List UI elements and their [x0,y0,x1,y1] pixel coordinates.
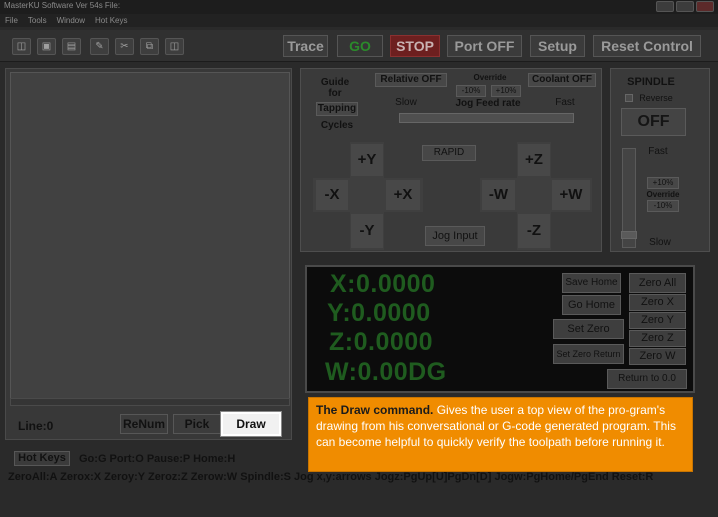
feed-override-label: Override [473,73,507,82]
jog-plus-x-button[interactable]: +X [386,180,420,210]
zero-y-button[interactable]: Zero Y [629,312,686,329]
zero-z-button[interactable]: Zero Z [629,330,686,347]
tapping-button[interactable]: Tapping [316,102,358,116]
go-button[interactable]: GO [337,35,383,57]
set-zero-button[interactable]: Set Zero [553,319,624,339]
jog-feed-slider[interactable] [399,113,574,123]
maximize-button[interactable] [676,1,694,12]
reset-control-button[interactable]: Reset Control [593,35,701,57]
minimize-button[interactable] [656,1,674,12]
dro-y: Y:0.0000 [327,299,431,327]
print-icon[interactable]: ▤ [62,38,81,55]
guide-for-label: Guide for [320,77,350,99]
go-home-button[interactable]: Go Home [562,295,621,315]
zero-w-button[interactable]: Zero W [629,348,686,365]
coolant-toggle[interactable]: Coolant OFF [528,73,596,87]
menu-file[interactable]: File [5,14,18,27]
title-bar: MasterKU Software Ver 54s File: [0,0,718,14]
jog-minus-w-button[interactable]: -W [482,180,515,210]
jog-plus-w-button[interactable]: +W [552,180,590,210]
set-zero-return-button[interactable]: Set Zero Return [553,344,624,364]
shortcut-legend-1: Go:G Port:O Pause:P Home:H [79,453,236,465]
spindle-slider-thumb[interactable] [621,231,637,239]
spindle-off-button[interactable]: OFF [621,108,686,136]
menu-window[interactable]: Window [57,14,85,27]
line-counter: Line:0 [18,419,54,433]
dro-w: W:0.00DG [325,358,447,386]
horizontal-scrollbar[interactable] [10,398,290,406]
reverse-label: Reverse [639,93,673,103]
dro-x: X:0.0000 [330,270,436,298]
zero-all-button[interactable]: Zero All [629,273,686,293]
menu-tools[interactable]: Tools [28,14,47,27]
dro-z: Z:0.0000 [329,328,434,356]
jog-input-button[interactable]: Jog Input [425,226,485,246]
save-icon[interactable]: ▣ [37,38,56,55]
jog-feed-rate-label: Jog Feed rate [455,98,521,109]
callout-title: The Draw command. [316,403,434,417]
toolbar: ◫ ▣ ▤ ✎ ✂ ⧉ ◫ Trace GO STOP Port OFF Set… [0,30,718,62]
jog-minus-x-button[interactable]: -X [316,180,348,210]
menu-hot-keys[interactable]: Hot Keys [95,14,127,27]
spindle-minus-10-button[interactable]: -10% [647,200,679,212]
spindle-override-label: Override [646,190,680,199]
setup-button[interactable]: Setup [530,35,585,57]
jog-minus-y-button[interactable]: -Y [351,214,383,248]
menu-bar: File Tools Window Hot Keys [0,14,718,27]
trace-button[interactable]: Trace [283,35,328,57]
program-editor[interactable] [10,72,290,402]
copy-icon[interactable]: ⧉ [140,38,159,55]
jog-plus-z-button[interactable]: +Z [518,144,550,176]
draw-command-callout: The Draw command. Gives the user a top v… [308,397,693,472]
feed-plus-10-button[interactable]: +10% [491,85,521,97]
port-button[interactable]: Port OFF [447,35,522,57]
reverse-checkbox[interactable] [625,94,633,102]
draw-button[interactable]: Draw [220,411,282,437]
window-title: MasterKU Software Ver 54s File: [4,1,121,10]
slow-label: Slow [395,97,417,108]
edit-icon[interactable]: ✎ [90,38,109,55]
spindle-title: SPINDLE [627,76,675,88]
open-icon[interactable]: ◫ [12,38,31,55]
spindle-fast-label: Fast [648,146,668,157]
jog-plus-y-button[interactable]: +Y [351,144,383,176]
close-button[interactable] [696,1,714,12]
cycles-label: Cycles [320,120,354,131]
stop-button[interactable]: STOP [390,35,440,57]
relative-toggle[interactable]: Relative OFF [375,73,447,87]
cut-icon[interactable]: ✂ [115,38,134,55]
spindle-plus-10-button[interactable]: +10% [647,177,679,189]
spindle-slow-label: Slow [649,237,671,248]
pick-button[interactable]: Pick [173,414,221,434]
shortcut-legend-2: ZeroAll:A Zerox:X Zeroy:Y Zeroz:Z Zerow:… [8,471,654,483]
rapid-button[interactable]: RAPID [422,145,476,161]
fast-label: Fast [555,97,575,108]
feed-minus-10-button[interactable]: -10% [456,85,486,97]
window-controls [656,1,714,12]
jog-minus-z-button[interactable]: -Z [518,214,550,248]
hot-keys-button[interactable]: Hot Keys [14,451,70,466]
return-to-zero-button[interactable]: Return to 0.0 [607,369,687,389]
save-home-button[interactable]: Save Home [562,273,621,293]
paste-icon[interactable]: ◫ [165,38,184,55]
renum-button[interactable]: ReNum [120,414,168,434]
zero-x-button[interactable]: Zero X [629,294,686,311]
